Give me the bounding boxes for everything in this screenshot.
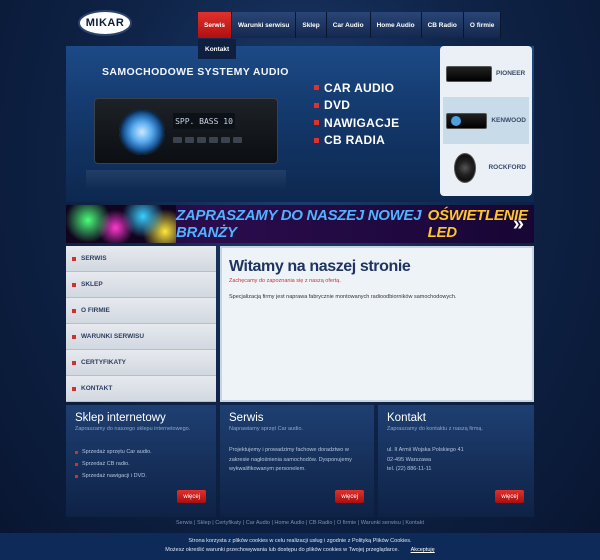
brand-selector: PIONEER KENWOOD ROCKFORD (440, 46, 532, 196)
led-lights-image (66, 205, 176, 243)
bullet-icon (72, 256, 76, 261)
bullet-icon (75, 474, 78, 478)
service-subtitle: Naprawiamy sprzęt Car audio. (229, 426, 303, 432)
shop-list: Sprzedaż sprzętu Car audio. Sprzedaż CB … (75, 446, 207, 482)
car-radio-image: SPP. BASS 10 (94, 98, 278, 164)
list-item: Sprzedaż nawigacji i DVD. (75, 470, 207, 482)
bullet-icon (314, 85, 319, 91)
brand-rockford[interactable]: ROCKFORD (443, 144, 529, 191)
led-promo-banner[interactable]: ZAPRASZAMY DO NASZEJ NOWEJ BRANŻY OŚWIET… (66, 205, 534, 243)
nav-item-cb-radio[interactable]: CB Radio (421, 12, 464, 38)
contact-city: 02-495 Warszawa (387, 456, 432, 463)
radio-thumbnail-icon (446, 112, 488, 129)
welcome-panel: Witamy na naszej stronie Zachęcamy do za… (220, 246, 534, 402)
footer-link-home-audio[interactable]: Home Audio (274, 520, 304, 526)
page-title: Witamy na naszej stronie (229, 258, 411, 275)
hero-feature: DVD (314, 97, 399, 115)
bullet-icon (314, 120, 319, 126)
footer-link-cb-radio[interactable]: CB Radio (309, 520, 333, 526)
bullet-icon (72, 360, 76, 365)
service-title: Serwis (229, 412, 264, 424)
footer-links: Serwis | Sklep | Certyfikaty | Car Audio… (176, 520, 424, 526)
top-navigation: Serwis Warunki serwisu Sklep Car Audio H… (198, 12, 502, 38)
hero-reflection (86, 170, 286, 190)
shop-title: Sklep internetowy (75, 412, 166, 424)
nav-item-o-firmie[interactable]: O firmie (463, 12, 502, 38)
bullet-icon (314, 102, 319, 108)
sidebar-item-sklep[interactable]: SKLEP (66, 272, 216, 298)
contact-street: ul. II Armii Wojska Polskiego 41 (387, 447, 464, 453)
hero-feature: NAWIGACJE (314, 114, 399, 132)
bullet-icon (72, 334, 76, 339)
bullet-icon (72, 282, 76, 287)
sidebar-item-serwis[interactable]: SERWIS (66, 246, 216, 272)
shop-subtitle: Zapraszamy do naszego sklepu internetowe… (75, 426, 191, 432)
logo[interactable]: MIKAR (80, 12, 130, 34)
hero-title: SAMOCHODOWE SYSTEMY AUDIO (102, 66, 289, 78)
nav-item-serwis[interactable]: Serwis (198, 12, 232, 38)
service-box: Serwis Naprawiamy sprzęt Car audio. Proj… (220, 405, 374, 517)
contact-address: ul. II Armii Wojska Polskiego 41 02-495 … (387, 446, 525, 475)
list-item: Sprzedaż sprzętu Car audio. (75, 446, 207, 458)
cookie-text-line1: Strona korzysta z plików cookies w celu … (188, 538, 412, 544)
contact-phone: tel. (22) 886-11-11 (387, 466, 432, 473)
sidebar-item-certyfikaty[interactable]: CERTYFIKATY (66, 350, 216, 376)
nav-item-sklep[interactable]: Sklep (296, 12, 327, 38)
footer-link-sklep[interactable]: Sklep (197, 520, 211, 526)
banner-text: ZAPRASZAMY DO NASZEJ NOWEJ BRANŻY OŚWIET… (176, 207, 528, 241)
bullet-icon (314, 137, 319, 143)
contact-more-button[interactable]: więcej (495, 490, 524, 503)
brand-kenwood[interactable]: KENWOOD (443, 97, 529, 144)
cookie-text-line2: Możesz określić warunki przechowywania l… (165, 546, 400, 553)
cookie-bar: Strona korzysta z plików cookies w celu … (0, 533, 600, 560)
service-text: Projektujemy i prowadzimy fachowe doradz… (229, 447, 352, 473)
sidebar-item-kontakt[interactable]: KONTAKT (66, 376, 216, 402)
radio-knob-icon (119, 109, 165, 155)
shop-more-button[interactable]: więcej (177, 490, 206, 503)
welcome-lead: Zachęcamy do zapoznania się z naszą ofer… (229, 278, 341, 284)
footer-link-warunki-serwisu[interactable]: Warunki serwisu (361, 520, 401, 526)
sidebar-item-warunki-serwisu[interactable]: WARUNKI SERWISU (66, 324, 216, 350)
service-more-button[interactable]: więcej (335, 490, 364, 503)
shop-box: Sklep internetowy Zapraszamy do naszego … (66, 405, 216, 517)
nav-item-home-audio[interactable]: Home Audio (370, 12, 422, 38)
footer-link-kontakt[interactable]: Kontakt (405, 520, 424, 526)
subwoofer-thumbnail-icon (454, 152, 477, 183)
list-item: Sprzedaż CB radio. (75, 458, 207, 470)
welcome-body: Specjalizacją firmy jest naprawa fabrycz… (229, 294, 457, 300)
nav-item-car-audio[interactable]: Car Audio (326, 12, 371, 38)
radio-thumbnail-icon (446, 65, 492, 82)
contact-box: Kontakt Zapraszamy do kontaktu z naszą f… (378, 405, 534, 517)
hero-feature-list: CAR AUDIO DVD NAWIGACJE CB RADIA (314, 79, 399, 149)
footer-link-car-audio[interactable]: Car Audio (246, 520, 270, 526)
bullet-icon (75, 450, 78, 454)
cookie-accept-button[interactable]: Akceptuję (411, 547, 435, 553)
bullet-icon (72, 386, 76, 391)
bullet-icon (75, 462, 78, 466)
arrow-right-icon[interactable]: » (513, 213, 524, 236)
footer-link-serwis[interactable]: Serwis (176, 520, 193, 526)
hero-feature: CB RADIA (314, 132, 399, 150)
radio-display: SPP. BASS 10 (173, 113, 235, 129)
sidebar-menu: SERWIS SKLEP O FIRMIE WARUNKI SERWISU CE… (66, 246, 216, 402)
hero-feature: CAR AUDIO (314, 79, 399, 97)
contact-title: Kontakt (387, 412, 426, 424)
nav-item-warunki-serwisu[interactable]: Warunki serwisu (231, 12, 297, 38)
brand-pioneer[interactable]: PIONEER (443, 50, 529, 97)
footer-link-o-firmie[interactable]: O firmie (337, 520, 356, 526)
bullet-icon (72, 308, 76, 313)
nav-item-kontakt[interactable]: Kontakt (198, 39, 237, 59)
footer-link-certyfikaty[interactable]: Certyfikaty (215, 520, 241, 526)
cookie-text-line2-wrap: Możesz określić warunki przechowywania l… (0, 546, 600, 555)
radio-buttons (173, 137, 242, 143)
sidebar-item-o-firmie[interactable]: O FIRMIE (66, 298, 216, 324)
contact-subtitle: Zapraszamy do kontaktu z naszą firmą. (387, 426, 483, 432)
